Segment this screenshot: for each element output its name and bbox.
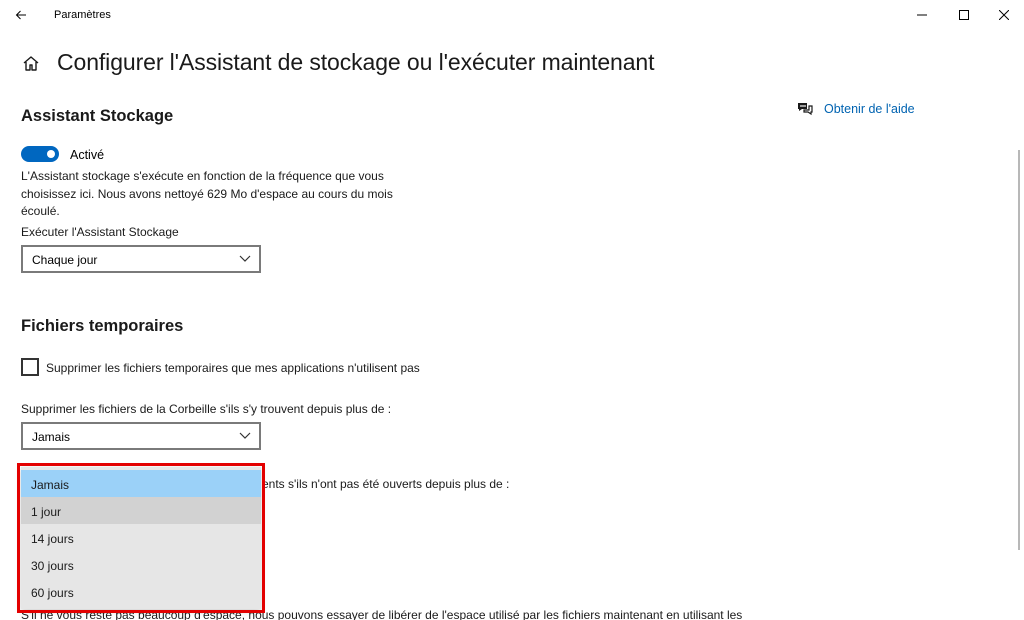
minimize-icon: [917, 14, 927, 16]
scrollbar-thumb[interactable]: [1018, 150, 1020, 550]
storage-sense-heading: Assistant Stockage: [21, 107, 174, 125]
home-icon: [23, 56, 39, 71]
temp-files-heading: Fichiers temporaires: [21, 317, 184, 335]
chat-help-icon: [798, 103, 813, 116]
help-link-label[interactable]: Obtenir de l'aide: [824, 102, 915, 116]
run-frequency-label: Exécuter l'Assistant Stockage: [21, 225, 179, 239]
help-link[interactable]: Obtenir de l'aide: [796, 101, 915, 117]
recycle-bin-combobox[interactable]: Jamais: [21, 422, 261, 450]
dropdown-option-30-jours[interactable]: 30 jours: [21, 551, 261, 578]
dropdown-option-1-jour[interactable]: 1 jour: [21, 497, 261, 524]
recycle-bin-value: Jamais: [32, 430, 71, 444]
free-space-now-text: S'il ne vous reste pas beaucoup d'espace…: [21, 608, 743, 620]
app-title: Paramètres: [54, 9, 111, 21]
delete-temp-files-label[interactable]: Supprimer les fichiers temporaires que m…: [46, 361, 420, 375]
scrollbar[interactable]: [1016, 30, 1022, 620]
downloads-label-partial: ents s'ils n'ont pas été ouverts depuis …: [262, 477, 510, 491]
dropdown-option-14-jours[interactable]: 14 jours: [21, 524, 261, 551]
back-arrow-icon: [15, 10, 26, 20]
run-frequency-combobox[interactable]: Chaque jour: [21, 245, 261, 273]
recycle-bin-label: Supprimer les fichiers de la Corbeille s…: [21, 402, 392, 416]
dropdown-option-jamais[interactable]: Jamais: [21, 470, 261, 497]
dropdown-option-60-jours[interactable]: 60 jours: [21, 578, 261, 605]
chevron-down-icon: [239, 255, 251, 262]
back-button[interactable]: [8, 4, 34, 26]
toggle-state-label: Activé: [70, 148, 105, 162]
delete-temp-files-checkbox[interactable]: [21, 358, 39, 376]
close-button[interactable]: [984, 2, 1024, 28]
storage-sense-toggle[interactable]: [21, 146, 59, 162]
storage-sense-description: L'Assistant stockage s'exécute en foncti…: [21, 169, 393, 218]
dropdown-list: Jamais 1 jour 14 jours 30 jours 60 jours: [21, 467, 261, 609]
chevron-down-icon: [239, 432, 251, 439]
home-button[interactable]: [21, 54, 41, 74]
minimize-button[interactable]: [902, 2, 942, 28]
page-title: Configurer l'Assistant de stockage ou l'…: [57, 49, 655, 75]
run-frequency-value: Chaque jour: [32, 253, 98, 267]
maximize-icon: [959, 10, 969, 20]
close-icon: [999, 10, 1009, 20]
maximize-button[interactable]: [944, 2, 984, 28]
toggle-knob: [47, 150, 55, 158]
title-bar: Paramètres: [0, 0, 1024, 30]
